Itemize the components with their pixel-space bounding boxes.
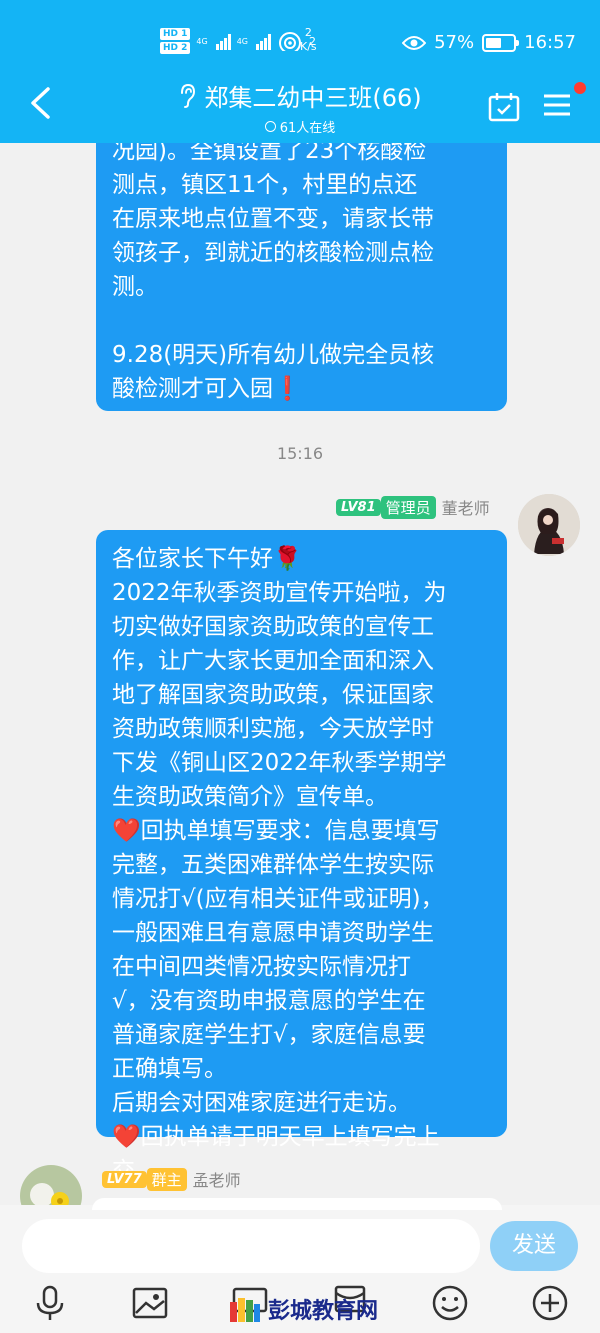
- online-count-text: 61人在线: [279, 121, 336, 136]
- send-button[interactable]: 发送: [490, 1221, 578, 1271]
- avatar[interactable]: [518, 494, 580, 556]
- hd1-badge: HD 1: [160, 28, 191, 40]
- clock: 16:57: [524, 32, 576, 53]
- watermark-text: 彭城教育网: [268, 1299, 379, 1324]
- message-line: ❤️回执单请于明天早上填写完上: [112, 1124, 440, 1150]
- role-badge: 群主: [146, 1167, 187, 1191]
- net-speed-unit: K/s: [300, 40, 317, 53]
- message-timestamp: 15:16: [276, 444, 324, 463]
- battery-percent: 57%: [434, 32, 475, 53]
- role-badge: 管理员: [380, 495, 436, 519]
- nav-bar: 郑集二幼中三班(66) 61人在线: [0, 70, 600, 143]
- message-input[interactable]: [22, 1219, 480, 1273]
- message-line: 作，让广大家长更加全面和深入: [112, 648, 434, 674]
- signal-bars-2-icon: [256, 32, 271, 50]
- message-line: 一般困难且有意愿申请资助学生: [112, 920, 434, 946]
- network-type-1: 4G: [196, 36, 208, 46]
- network-type-2: 4G: [236, 36, 248, 46]
- chat-header: HD 1 HD 2 4G 4G 2 2 K/s 57% 16:57 郑集二幼中三…: [0, 0, 600, 143]
- net-speed-value: 2: [304, 26, 312, 39]
- message-line: 2022年秋季资助宣传开始啦，为: [112, 580, 447, 606]
- sender-name: 孟老师: [192, 1171, 241, 1190]
- ear-icon: [181, 83, 196, 108]
- message-line: [112, 304, 491, 338]
- mic-icon[interactable]: [30, 1283, 70, 1323]
- message-line: 生资助政策简介》宣传单。: [112, 784, 388, 810]
- signal-bars-1-icon: [215, 32, 231, 50]
- message-line: 测。: [112, 274, 158, 300]
- sender-name: 董老师: [441, 499, 490, 518]
- online-status-icon: [264, 121, 276, 132]
- message-line: 测点，镇区11个，村里的点还: [112, 172, 418, 198]
- message-line: 在中间四类情况按实际情况打: [112, 954, 411, 980]
- menu-icon[interactable]: [542, 92, 572, 122]
- message-line: √，没有资助申报意愿的学生在: [112, 988, 426, 1014]
- level-badge: LV77: [102, 1170, 147, 1188]
- battery-fill: [486, 37, 501, 48]
- status-bar: HD 1 HD 2 4G 4G 2 2 K/s 57% 16:57: [0, 22, 600, 68]
- level-badge: LV81: [336, 498, 381, 516]
- message-line: 各位家长下午好🌹: [112, 546, 302, 572]
- plus-icon[interactable]: [530, 1283, 570, 1323]
- signal-group: HD 1 HD 2 4G 4G 2: [160, 28, 316, 54]
- message-line: 情况打√(应有相关证件或证明)，: [112, 886, 444, 912]
- status-right: 57% 16:57: [402, 32, 576, 53]
- message-line: 下发《铜山区2022年秋季学期学: [112, 750, 447, 776]
- watermark: 彭城教育网: [228, 1293, 378, 1325]
- emoji-icon[interactable]: [430, 1283, 470, 1323]
- message-line: 普通家庭学生打√，家庭信息要: [112, 1022, 426, 1048]
- hd2-badge: HD 2: [160, 42, 191, 54]
- message-bubble-partial: [92, 1198, 502, 1210]
- message-line: 领孩子，到就近的核酸检测点检: [112, 240, 434, 266]
- sender-info: LV81 管理员 董老师: [336, 495, 490, 519]
- message-line: 完整，五类困难群体学生按实际: [112, 852, 434, 878]
- online-count: 61人在线: [264, 117, 336, 136]
- message-line: ❤️回执单填写要求：信息要填写: [112, 818, 440, 844]
- books-logo-icon: [230, 1298, 260, 1322]
- chat-title: 郑集二幼中三班(66): [204, 84, 422, 112]
- image-icon[interactable]: [130, 1283, 170, 1323]
- net-speed: 2 K/s: [300, 26, 317, 54]
- message-line: 在原来地点位置不变，请家长带: [112, 206, 434, 232]
- eye-icon: [402, 35, 427, 50]
- message-line: 9.28(明天)所有幼儿做完全员核: [112, 342, 435, 368]
- message-bubble[interactable]: 各位家长下午好🌹 2022年秋季资助宣传开始啦，为 切实做好国家资助政策的宣传工 作，…: [96, 530, 507, 1184]
- sender-info: LV77 群主 孟老师: [102, 1167, 241, 1191]
- message-line: 资助政策顺利实施，今天放学时: [112, 716, 434, 742]
- message-text: 各位家长下午好🌹 2022年秋季资助宣传开始啦，为 切实做好国家资助政策的宣传工 作，…: [112, 542, 491, 1188]
- notification-dot: [574, 82, 586, 94]
- message-line: 正确填写。: [112, 1056, 227, 1082]
- message-text: 况园)。全镇设置了23个核酸检 测点，镇区11个，村里的点还 在原来地点位置不变，请…: [112, 134, 491, 406]
- message-bubble[interactable]: 况园)。全镇设置了23个核酸检 测点，镇区11个，村里的点还 在原来地点位置不变，请…: [96, 120, 507, 411]
- message-line: 地了解国家资助政策，保证国家: [112, 682, 434, 708]
- calendar-check-icon[interactable]: [488, 92, 520, 126]
- battery-icon: [482, 33, 520, 52]
- message-line: 切实做好国家资助政策的宣传工: [112, 614, 434, 640]
- message-line: 酸检测才可入园❗: [112, 376, 302, 402]
- message-line: 后期会对困难家庭进行走访。: [112, 1090, 411, 1116]
